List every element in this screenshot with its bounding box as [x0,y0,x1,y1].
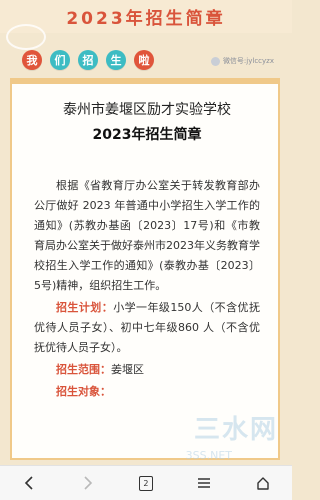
top-banner: 2023年招生简章 [0,0,292,33]
tab-count: 2 [138,475,153,491]
watermark-url: 3SS.NET [185,449,232,462]
article-title: 2023年招生简章 [92,127,202,143]
home-button[interactable] [246,469,280,497]
badge-row: 我 们 招 生 啦 [22,50,154,72]
browser-bottom-bar: 2 [0,465,292,500]
badge-zhao: 招 [78,50,98,70]
article-body: 泰州市姜堰区励才实验学校 2023年招生简章 根据《省教育厅办公室关于转发教育部… [34,100,260,402]
badge-men: 们 [50,50,70,70]
badge-wo: 我 [22,50,42,70]
wechat-id-text: 微信号:jylccyzx [222,57,274,65]
watermark: 三水网 [193,415,278,445]
badge-sheng: 生 [106,50,126,70]
range-text: 姜堰区 [111,363,144,376]
badge-la: 啦 [134,50,154,70]
target-paragraph: 招生对象： [34,382,260,402]
target-label: 招生对象： [56,385,111,398]
menu-icon [198,478,211,488]
menu-button[interactable] [187,469,221,497]
article-card: 泰州市姜堰区励才实验学校 2023年招生简章 根据《省教育厅办公室关于转发教育部… [10,78,280,460]
wechat-id: 微信号:jylccyzx [210,56,274,66]
home-icon [257,477,269,490]
range-paragraph: 招生范围：姜堰区 [34,360,260,380]
banner-title: 2023年招生简章 [66,9,226,29]
decorative-ring [6,24,46,50]
range-label: 招生范围： [56,363,111,376]
wechat-icon [210,56,220,66]
chevron-left-icon [25,476,33,490]
school-name: 泰州市姜堰区励才实验学校 [63,102,231,118]
intro-paragraph: 根据《省教育厅办公室关于转发教育部办公厅做好 2023 年普通中小学招生入学工作… [34,179,260,292]
tabs-button[interactable]: 2 [129,469,163,497]
forward-button[interactable] [71,469,105,497]
back-button[interactable] [12,469,46,497]
chevron-right-icon [84,476,92,490]
plan-paragraph: 招生计划：小学一年级150人（不含优抚优待人员子女）、初中七年级860 人（不含… [34,298,260,358]
plan-label: 招生计划： [56,301,114,314]
